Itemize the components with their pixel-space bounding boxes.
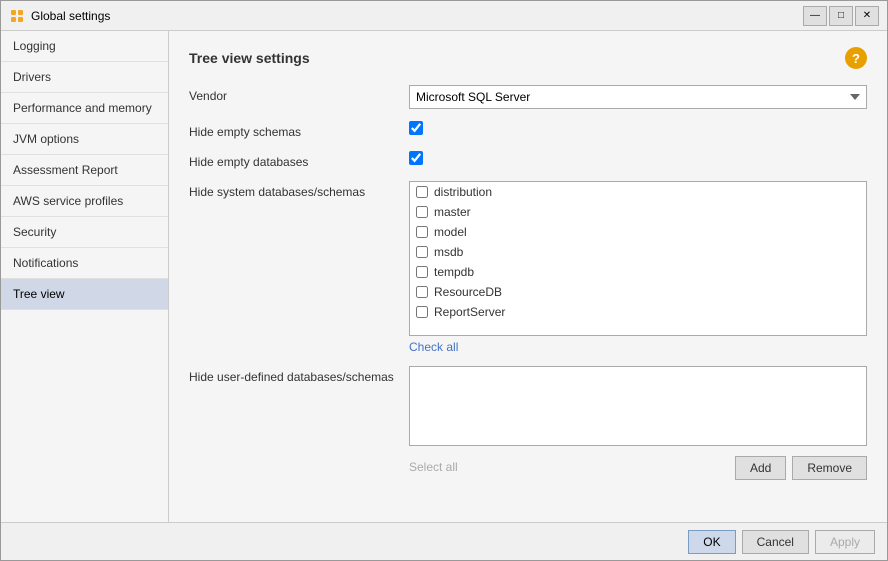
list-item[interactable]: model bbox=[410, 222, 866, 242]
vendor-row: Vendor Microsoft SQL Server MySQL Postgr… bbox=[189, 85, 867, 109]
list-item[interactable]: tempdb bbox=[410, 262, 866, 282]
hide-user-defined-label: Hide user-defined databases/schemas bbox=[189, 366, 409, 384]
panel-title-row: Tree view settings ? bbox=[189, 47, 867, 69]
list-item[interactable]: ReportServer bbox=[410, 302, 866, 322]
hide-empty-schemas-checkbox[interactable] bbox=[409, 121, 423, 135]
vendor-select[interactable]: Microsoft SQL Server MySQL PostgreSQL Or… bbox=[409, 85, 867, 109]
hide-empty-databases-checkbox[interactable] bbox=[409, 151, 423, 165]
sidebar-item-notifications[interactable]: Notifications bbox=[1, 248, 168, 279]
cancel-button[interactable]: Cancel bbox=[742, 530, 809, 554]
hide-empty-schemas-control bbox=[409, 121, 867, 135]
sidebar-item-jvm[interactable]: JVM options bbox=[1, 124, 168, 155]
select-all-link[interactable]: Select all bbox=[409, 460, 458, 474]
minimize-button[interactable]: — bbox=[803, 6, 827, 26]
vendor-control: Microsoft SQL Server MySQL PostgreSQL Or… bbox=[409, 85, 867, 109]
hide-empty-schemas-row: Hide empty schemas bbox=[189, 121, 867, 139]
user-defined-actions: Add Remove bbox=[735, 456, 867, 480]
panel-title-text: Tree view settings bbox=[189, 50, 310, 66]
global-settings-window: Global settings — □ ✕ Logging Drivers Pe… bbox=[0, 0, 888, 561]
user-defined-list[interactable] bbox=[409, 366, 867, 446]
add-button[interactable]: Add bbox=[735, 456, 786, 480]
sidebar-item-security[interactable]: Security bbox=[1, 217, 168, 248]
vendor-label: Vendor bbox=[189, 85, 409, 103]
hide-system-db-control: distributionmastermodelmsdbtempdbResourc… bbox=[409, 181, 867, 354]
sidebar-item-assessment[interactable]: Assessment Report bbox=[1, 155, 168, 186]
sidebar-item-drivers[interactable]: Drivers bbox=[1, 62, 168, 93]
hide-empty-databases-control bbox=[409, 151, 867, 165]
sidebar-item-treeview[interactable]: Tree view bbox=[1, 279, 168, 310]
hide-system-db-row: Hide system databases/schemas distributi… bbox=[189, 181, 867, 354]
list-item[interactable]: ResourceDB bbox=[410, 282, 866, 302]
hide-empty-schemas-label: Hide empty schemas bbox=[189, 121, 409, 139]
ok-button[interactable]: OK bbox=[688, 530, 735, 554]
sidebar: Logging Drivers Performance and memory J… bbox=[1, 31, 169, 522]
main-panel: Tree view settings ? Vendor Microsoft SQ… bbox=[169, 31, 887, 522]
system-db-list-wrapper: distributionmastermodelmsdbtempdbResourc… bbox=[409, 181, 867, 336]
apply-button[interactable]: Apply bbox=[815, 530, 875, 554]
list-item[interactable]: master bbox=[410, 202, 866, 222]
remove-button[interactable]: Remove bbox=[792, 456, 867, 480]
title-bar-left: Global settings bbox=[9, 8, 110, 24]
help-icon[interactable]: ? bbox=[845, 47, 867, 69]
hide-empty-databases-label: Hide empty databases bbox=[189, 151, 409, 169]
sidebar-item-aws[interactable]: AWS service profiles bbox=[1, 186, 168, 217]
system-db-list[interactable]: distributionmastermodelmsdbtempdbResourc… bbox=[409, 181, 867, 336]
list-item[interactable]: msdb bbox=[410, 242, 866, 262]
check-all-link[interactable]: Check all bbox=[409, 340, 458, 354]
content-area: Logging Drivers Performance and memory J… bbox=[1, 31, 887, 522]
settings-icon bbox=[9, 8, 25, 24]
title-bar-controls: — □ ✕ bbox=[803, 6, 879, 26]
hide-system-db-label: Hide system databases/schemas bbox=[189, 181, 409, 199]
hide-user-defined-control: Select all Add Remove bbox=[409, 366, 867, 480]
window-title: Global settings bbox=[31, 9, 110, 23]
bottom-bar: OK Cancel Apply bbox=[1, 522, 887, 560]
sidebar-item-logging[interactable]: Logging bbox=[1, 31, 168, 62]
maximize-button[interactable]: □ bbox=[829, 6, 853, 26]
hide-empty-databases-row: Hide empty databases bbox=[189, 151, 867, 169]
sidebar-item-performance[interactable]: Performance and memory bbox=[1, 93, 168, 124]
close-button[interactable]: ✕ bbox=[855, 6, 879, 26]
list-item[interactable]: distribution bbox=[410, 182, 866, 202]
hide-user-defined-row: Hide user-defined databases/schemas Sele… bbox=[189, 366, 867, 480]
title-bar: Global settings — □ ✕ bbox=[1, 1, 887, 31]
